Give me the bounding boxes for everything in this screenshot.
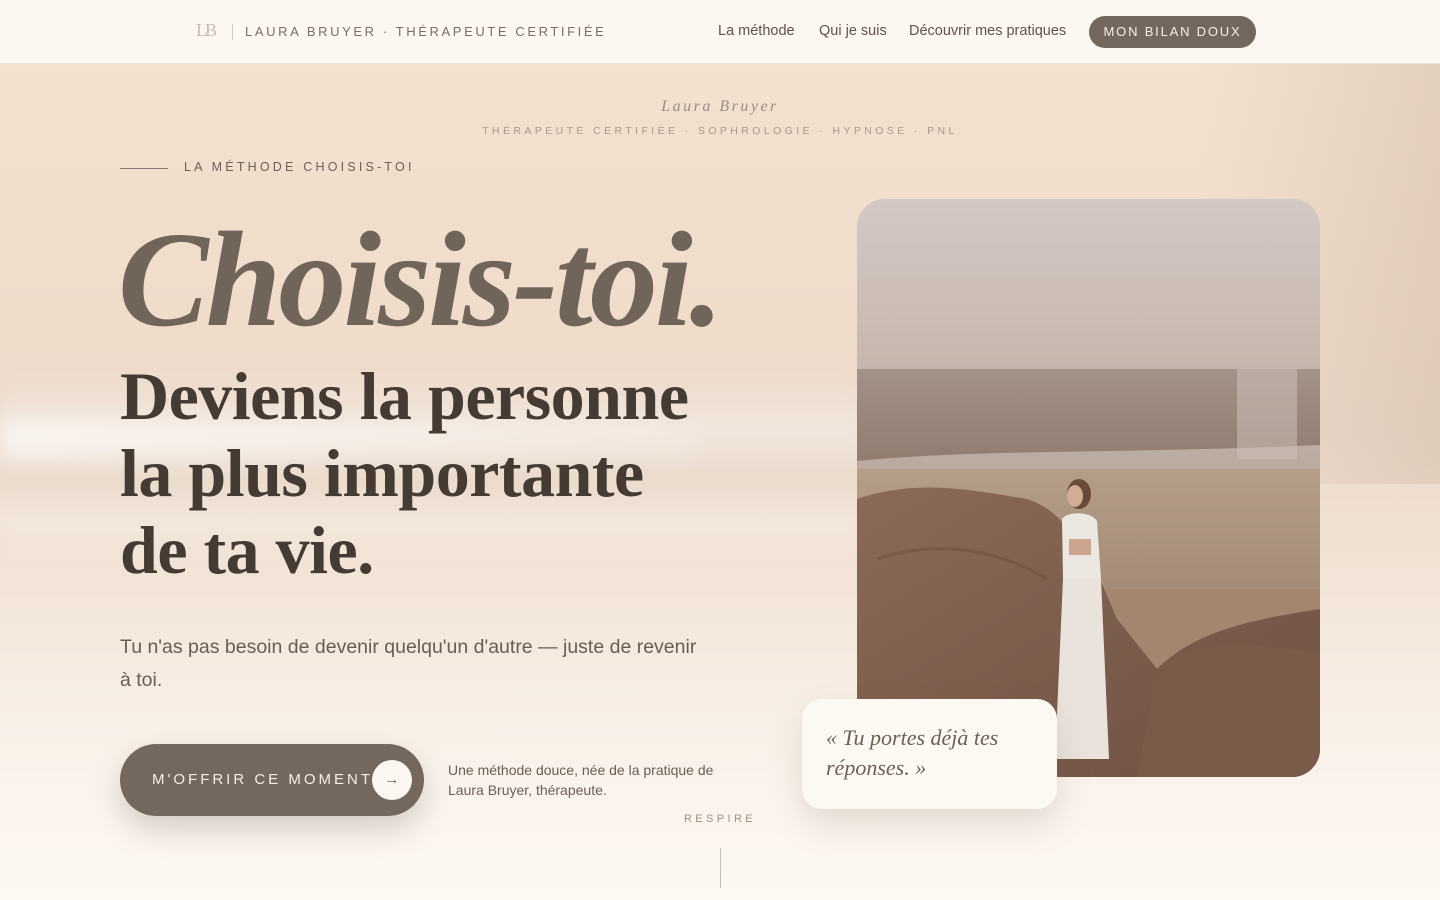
therapist-name: Laura Bruyer [661,98,779,115]
headline-line: la plus importante [120,435,644,511]
scroll-line [720,848,721,888]
scroll-hint: RESPIRE [683,813,757,825]
bilan-doux-button[interactable]: MON BILAN DOUX [1089,16,1256,48]
logo-divider [232,24,233,40]
hero-lead: Tu n'as pas besoin de devenir quelqu'un … [120,636,697,691]
brand-name[interactable]: LAURA BRUYER · THÉRAPEUTE CERTIFIÉE [245,24,606,39]
offrir-moment-button[interactable]: M'OFFRIR CE MOMENT → [120,744,424,816]
nav-link-methode[interactable]: La méthode [718,23,795,39]
arrow-right-icon: → [372,760,412,800]
hero-headline: Deviens la personne la plus importante d… [120,358,760,589]
nav-link-qui-je-suis[interactable]: Qui je suis [819,23,887,39]
hero-eyebrow: LA MÉTHODE CHOISIS-TOI [184,160,415,174]
beach-cliff-illustration [857,199,1320,777]
cta-label: M'OFFRIR CE MOMENT [152,771,374,788]
therapist-credentials: THÉRAPEUTE CERTIFIÉE · SOPHROLOGIE · HYP… [482,125,958,137]
headline-line: de ta vie. [120,512,374,588]
site-header: LB LAURA BRUYER · THÉRAPEUTE CERTIFIÉE L… [0,0,1440,64]
hero-photo [857,199,1320,777]
quote-card: « Tu portes déjà tes réponses. » [802,699,1057,809]
monogram-logo-icon[interactable]: LB [196,20,217,41]
hero-script-title: Choisis-toi. [118,205,724,355]
eyebrow-divider [120,168,168,169]
nav-link-pratiques[interactable]: Découvrir mes pratiques [909,23,1066,39]
cta-note: Une méthode douce, née de la pratique de… [448,762,714,798]
headline-line: Deviens la personne [120,358,689,434]
quote-text: « Tu portes déjà tes réponses. » [826,725,999,780]
